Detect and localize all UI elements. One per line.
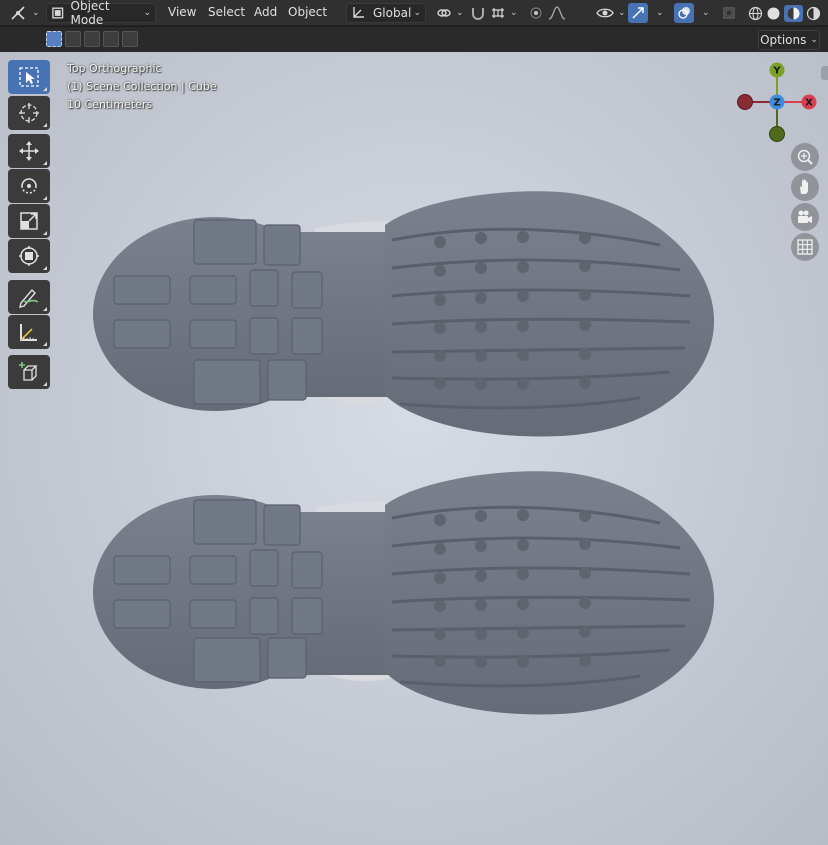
select-intersect-mode[interactable]	[122, 31, 138, 47]
bottom-sole	[93, 471, 715, 715]
gizmo-neg-x-axis[interactable]	[737, 94, 753, 110]
shoe-soles-mesh	[93, 191, 715, 715]
visibility-dropdown[interactable]: ⌄	[592, 3, 630, 23]
transform-orientation-icon	[353, 7, 364, 18]
measure-ruler-icon	[20, 324, 37, 341]
tool-move[interactable]	[8, 134, 50, 168]
chevron-down-icon: ⌄	[656, 8, 664, 18]
overlays-dropdown[interactable]: ⌄	[694, 3, 714, 23]
mode-dropdown[interactable]: Object Mode ⌄	[46, 0, 156, 27]
xray-toggle[interactable]	[718, 3, 740, 23]
tool-add-cube[interactable]	[8, 355, 50, 389]
gizmo-x-label: X	[805, 98, 813, 109]
xray-icon	[723, 7, 735, 19]
tool-rotate[interactable]	[8, 169, 50, 203]
magnet-icon	[472, 8, 484, 20]
select-invert-mode[interactable]	[103, 31, 119, 47]
viewport-header: ⌄ Object Mode ⌄ View Select Add Object G…	[0, 0, 828, 27]
gizmo-neg-y-axis[interactable]	[769, 126, 785, 142]
add-cube-icon	[19, 362, 38, 381]
select-subtract-mode[interactable]	[84, 31, 100, 47]
gizmo-y-label: Y	[772, 66, 781, 77]
tool-transform[interactable]	[8, 239, 50, 273]
zoom-magnifier-icon	[797, 149, 813, 165]
object-mode-icon	[52, 7, 64, 19]
top-sole	[93, 191, 715, 437]
chevron-down-icon: ⌄	[456, 8, 464, 18]
gizmo-toggle[interactable]	[628, 3, 648, 23]
navigation-gizmo[interactable]: Y Z X	[737, 62, 817, 142]
options-dropdown[interactable]: Options ⌄	[758, 30, 820, 50]
tool-settings-header: Options ⌄	[0, 27, 828, 52]
tool-annotate[interactable]	[8, 280, 50, 314]
wireframe-shading-icon[interactable]	[748, 6, 763, 21]
3d-viewport[interactable]: Top Orthographic (1) Scene Collection | …	[0, 52, 828, 845]
eye-icon	[596, 8, 614, 18]
menu-add[interactable]: Add	[254, 5, 277, 19]
editor-type-icon	[11, 6, 25, 20]
falloff-curve-icon	[548, 6, 566, 20]
sidebar-toggle-tab[interactable]	[821, 66, 828, 80]
editor-type-button[interactable]: ⌄	[6, 3, 44, 23]
chevron-down-icon: ⌄	[143, 8, 151, 18]
pan-button[interactable]	[791, 173, 819, 201]
pivot-point-button[interactable]: ⌄	[432, 3, 468, 23]
collection-info: (1) Scene Collection | Cube	[67, 80, 217, 93]
chevron-down-icon: ⌄	[413, 8, 421, 18]
falloff-dropdown[interactable]	[544, 3, 570, 23]
chevron-down-icon: ⌄	[810, 35, 818, 45]
tool-select-box[interactable]	[8, 60, 50, 94]
camera-view-button[interactable]	[791, 203, 819, 231]
options-label: Options	[760, 33, 807, 47]
scale-icon	[20, 212, 38, 230]
mode-label: Object Mode	[70, 0, 110, 27]
select-new-mode[interactable]	[46, 31, 62, 47]
shading-modes	[744, 3, 825, 23]
rotate-icon	[21, 178, 37, 194]
gizmo-icon	[632, 7, 644, 19]
tool-measure[interactable]	[8, 315, 50, 349]
proportional-edit-icon	[530, 7, 542, 19]
top-sole-forefoot	[385, 191, 715, 437]
transform-icon	[19, 246, 39, 266]
orientation-dropdown[interactable]: Global ⌄	[346, 3, 426, 23]
hand-icon	[800, 179, 808, 194]
material-shading-button[interactable]	[784, 4, 803, 22]
solid-shading-icon[interactable]	[766, 6, 781, 21]
rendered-shading-icon[interactable]	[806, 6, 821, 21]
perspective-toggle-button[interactable]	[791, 233, 819, 261]
annotate-pencil-icon	[19, 288, 39, 308]
move-icon	[19, 141, 39, 161]
chevron-down-icon: ⌄	[618, 8, 626, 18]
select-box-icon	[19, 67, 39, 87]
view-name: Top Orthographic	[67, 62, 162, 75]
snap-increment-icon	[492, 8, 504, 18]
tool-scale[interactable]	[8, 204, 50, 238]
menu-view[interactable]: View	[168, 5, 196, 19]
overlays-toggle[interactable]	[674, 3, 694, 23]
chevron-down-icon: ⌄	[702, 8, 710, 18]
chevron-down-icon: ⌄	[32, 8, 40, 18]
tool-cursor[interactable]	[8, 96, 50, 130]
camera-icon	[798, 210, 812, 223]
chevron-down-icon: ⌄	[510, 8, 518, 18]
cursor-3d-icon	[19, 103, 39, 123]
zoom-button[interactable]	[791, 143, 819, 171]
orientation-label: Global	[373, 6, 412, 20]
snap-target-dropdown[interactable]: ⌄	[486, 3, 522, 23]
gizmo-dropdown[interactable]: ⌄	[648, 3, 668, 23]
select-extend-mode[interactable]	[65, 31, 81, 47]
gizmo-z-label: Z	[773, 98, 780, 109]
pivot-link-icon	[437, 9, 451, 17]
scale-info: 10 Centimeters	[67, 98, 153, 111]
overlays-icon	[678, 7, 690, 19]
grid-icon	[797, 239, 813, 255]
material-shading-icon	[787, 7, 800, 19]
menu-select[interactable]: Select	[208, 5, 245, 19]
menu-object[interactable]: Object	[288, 5, 327, 19]
